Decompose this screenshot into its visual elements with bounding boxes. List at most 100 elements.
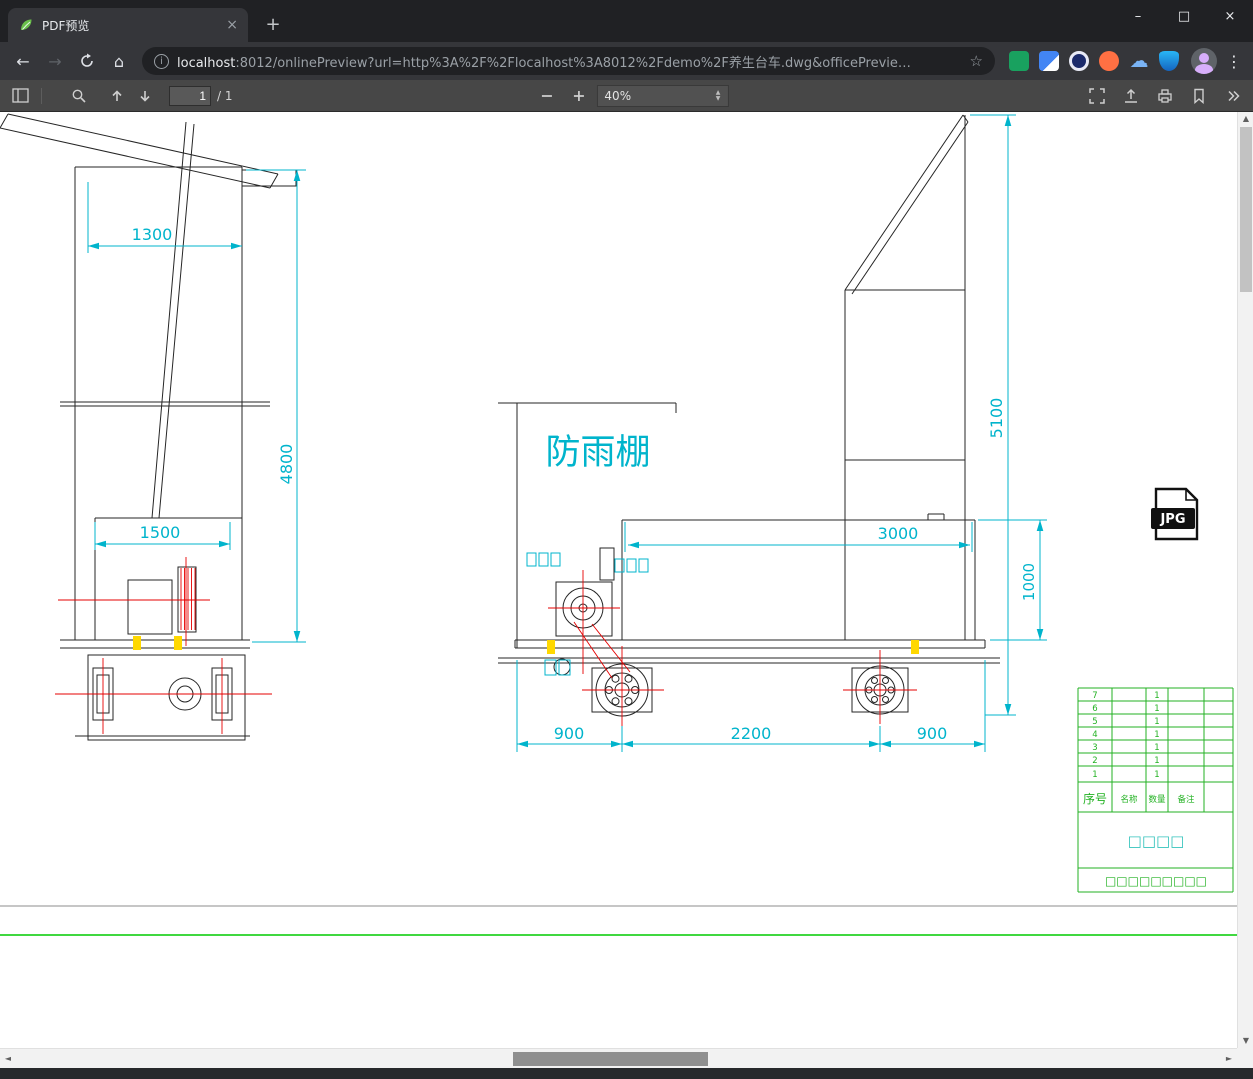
bookmark-star-icon[interactable]: ☆ [970, 52, 983, 70]
tab-pdf-preview[interactable]: PDF预览 × [8, 8, 248, 42]
home-button[interactable]: ⌂ [104, 46, 134, 76]
zoom-out-button[interactable] [532, 83, 560, 109]
row-index: 5 [1092, 717, 1097, 727]
scroll-left-arrow[interactable]: ◄ [0, 1049, 16, 1069]
scroll-right-arrow[interactable]: ► [1221, 1049, 1237, 1069]
yellow-markers [133, 636, 919, 654]
url-rest: :8012/onlinePreview?url=http%3A%2F%2Floc… [235, 55, 911, 71]
dim-1500: 1500 [140, 523, 181, 542]
url-text: localhost:8012/onlinePreview?url=http%3A… [177, 52, 962, 71]
row-qty: 1 [1154, 704, 1159, 714]
open-file-button[interactable] [1117, 83, 1145, 109]
tab-close-icon[interactable]: × [226, 17, 238, 33]
row-index: 1 [1092, 770, 1097, 780]
page-down-button[interactable] [131, 83, 159, 109]
scroll-up-arrow[interactable]: ▲ [1238, 112, 1253, 126]
page-total-label: / 1 [217, 88, 233, 103]
scrollbar-corner [1237, 1048, 1253, 1068]
window-bottom-edge [0, 1068, 1253, 1079]
zoom-in-button[interactable] [564, 83, 592, 109]
select-arrows-icon: ▲ ▼ [715, 89, 721, 102]
scroll-down-arrow[interactable]: ▼ [1238, 1034, 1253, 1048]
dimension-labels: 1300 4800 1500 防雨棚 5100 3000 1000 900 22… [132, 225, 1038, 743]
new-tab-button[interactable]: + [260, 12, 286, 38]
horizontal-scrollbar-thumb[interactable] [513, 1052, 708, 1066]
reload-button[interactable] [72, 46, 102, 76]
extension-icon-3[interactable] [1069, 51, 1089, 71]
close-button[interactable]: × [1207, 0, 1253, 32]
row-index: 2 [1092, 756, 1097, 766]
extensions-row: ☁ [1009, 51, 1179, 71]
find-button[interactable] [65, 83, 93, 109]
browser-window: PDF预览 × + – □ × ← → ⌂ i localhost:8012/o… [0, 0, 1253, 1079]
vertical-scrollbar[interactable]: ▲ ▼ [1237, 112, 1253, 1048]
black-linework [0, 113, 1000, 741]
title-block-middle-text: □□□□ [1128, 832, 1185, 850]
extension-icon-shield[interactable] [1159, 51, 1179, 71]
sheet-border-lines [0, 905, 1237, 936]
header-xuhao: 序号 [1083, 791, 1107, 806]
more-tools-chevron-icon[interactable] [1219, 83, 1247, 109]
sidebar-toggle-button[interactable] [6, 83, 34, 109]
dim-1000: 1000 [1020, 563, 1038, 601]
row-qty: 1 [1154, 770, 1159, 780]
extension-icon-cloud[interactable]: ☁ [1129, 51, 1149, 71]
forward-button[interactable]: → [40, 46, 70, 76]
horizontal-scrollbar[interactable]: ◄ ► [0, 1048, 1237, 1068]
row-index: 3 [1092, 743, 1097, 753]
row-qty: 1 [1154, 730, 1159, 740]
jpg-file-icon: JPG [1151, 487, 1199, 541]
navigation-bar: ← → ⌂ i localhost:8012/onlinePreview?url… [0, 42, 1253, 80]
window-controls: – □ × [1115, 0, 1253, 32]
leaf-favicon-icon [21, 19, 32, 30]
row-index: 4 [1092, 730, 1097, 740]
toolbar-divider [41, 87, 42, 104]
jpg-label: JPG [1159, 512, 1185, 527]
extension-icon-4[interactable] [1099, 51, 1119, 71]
url-host: localhost [177, 55, 236, 71]
pdf-page: 1300 4800 1500 防雨棚 5100 3000 1000 900 22… [0, 112, 1237, 1048]
row-index: 6 [1092, 704, 1097, 714]
header-beizhu: 备注 [1177, 794, 1195, 805]
pdf-toolbar-right [1083, 83, 1253, 109]
row-qty: 1 [1154, 691, 1159, 701]
page-info-icon[interactable]: i [154, 53, 169, 69]
browser-menu-icon[interactable]: ⋮ [1223, 52, 1245, 71]
presentation-mode-button[interactable] [1083, 83, 1111, 109]
tab-title: PDF预览 [42, 18, 90, 33]
avatar-body [1195, 64, 1213, 74]
dim-3000: 3000 [878, 524, 919, 543]
dim-900-left: 900 [554, 724, 585, 743]
dim-1300: 1300 [132, 225, 173, 244]
title-block-bottom-text: □□□□□□□□□ [1105, 874, 1207, 888]
back-button[interactable]: ← [8, 46, 38, 76]
print-button[interactable] [1151, 83, 1179, 109]
extension-icon-1[interactable] [1009, 51, 1029, 71]
extension-icon-2[interactable] [1039, 51, 1059, 71]
minimize-button[interactable]: – [1115, 0, 1161, 32]
zoom-controls: 40% ▲ ▼ [532, 80, 729, 112]
profile-avatar[interactable] [1191, 48, 1217, 74]
zoom-value: 40% [604, 89, 632, 103]
canopy-label: 防雨棚 [545, 433, 650, 473]
dim-900-right: 900 [917, 724, 948, 743]
dim-4800: 4800 [277, 444, 296, 485]
row-qty: 1 [1154, 717, 1159, 727]
dim-5100: 5100 [987, 398, 1006, 439]
dim-2200: 2200 [731, 724, 772, 743]
zoom-select[interactable]: 40% ▲ ▼ [596, 85, 729, 107]
pdf-toolbar: / 1 40% ▲▼ [0, 80, 1253, 112]
avatar-head [1199, 53, 1209, 63]
row-qty: 1 [1154, 743, 1159, 753]
maximize-button[interactable]: □ [1161, 0, 1207, 32]
tab-strip: PDF预览 × + – □ × [0, 0, 1253, 42]
cad-drawing: 1300 4800 1500 防雨棚 5100 3000 1000 900 22… [0, 113, 1237, 936]
title-block-text: 序号 名称 数量 备注 7 6 5 4 3 2 1 1 1 1 1 1 1 1 … [1083, 691, 1207, 888]
reload-icon [81, 53, 93, 67]
address-bar[interactable]: i localhost:8012/onlinePreview?url=http%… [142, 47, 995, 75]
vertical-scrollbar-thumb[interactable] [1240, 127, 1252, 292]
page-up-button[interactable] [103, 83, 131, 109]
bookmark-button[interactable] [1185, 83, 1213, 109]
page-number-input[interactable] [169, 85, 211, 106]
row-qty: 1 [1154, 756, 1159, 766]
